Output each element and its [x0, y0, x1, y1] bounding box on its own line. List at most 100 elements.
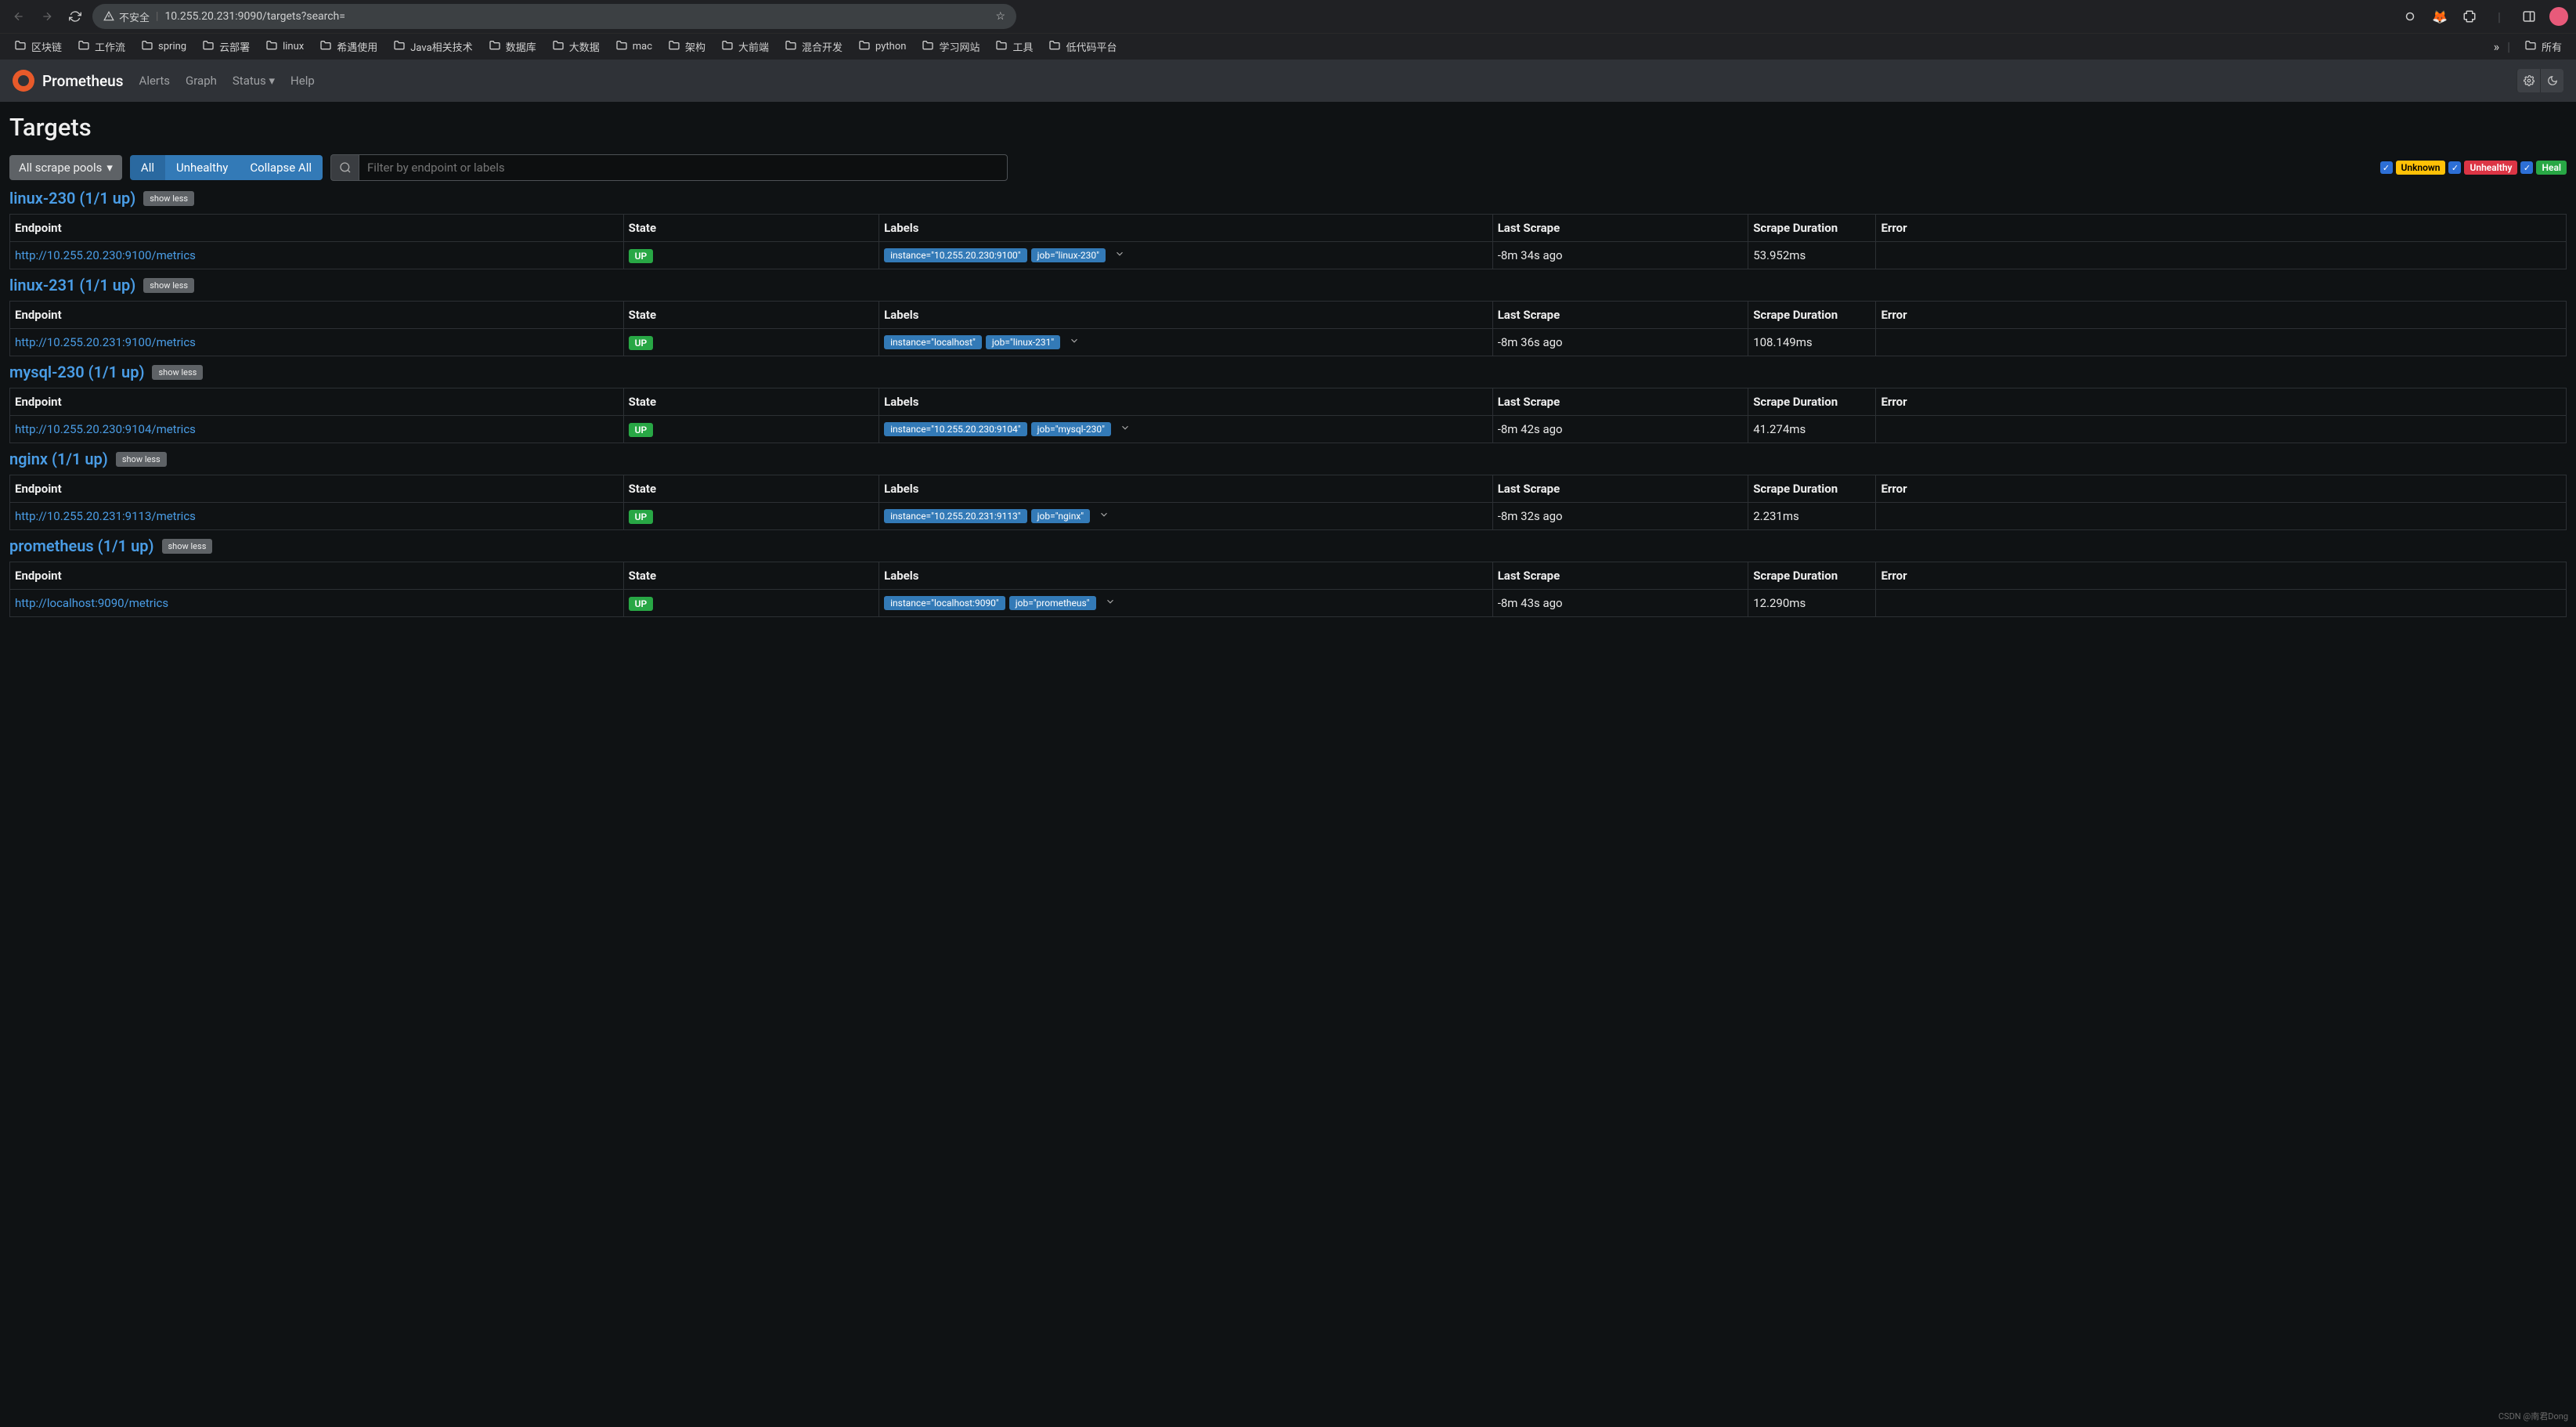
legend-unknown-checkbox[interactable]: ✓ — [2380, 161, 2393, 174]
th-state: State — [623, 562, 879, 590]
pool-title[interactable]: mysql-230 (1/1 up) — [9, 363, 144, 381]
label-pill: instance="10.255.20.231:9113" — [884, 509, 1027, 523]
bookmark-item[interactable]: 工作流 — [71, 36, 132, 58]
browser-toolbar: 不安全 | 10.255.20.231:9090/targets?search=… — [0, 0, 2576, 33]
chevron-down-icon[interactable] — [1105, 596, 1116, 610]
prometheus-brand[interactable]: Prometheus — [13, 70, 124, 92]
show-less-button[interactable]: show less — [152, 365, 203, 380]
folder-icon — [319, 39, 332, 55]
reload-button[interactable] — [64, 5, 86, 27]
th-duration: Scrape Duration — [1748, 388, 1876, 416]
bookmark-item[interactable]: 混合开发 — [778, 36, 849, 58]
settings-button[interactable] — [2516, 69, 2540, 92]
endpoint-link[interactable]: http://10.255.20.230:9104/metrics — [15, 422, 196, 436]
extensions-icon[interactable] — [2460, 7, 2479, 26]
pool-title[interactable]: prometheus (1/1 up) — [9, 536, 154, 555]
all-bookmarks[interactable]: 所有 — [2518, 36, 2568, 58]
bookmark-label: 大前端 — [738, 39, 769, 54]
filter-unhealthy-button[interactable]: Unhealthy — [165, 155, 239, 180]
bookmark-item[interactable]: 学习网站 — [915, 36, 986, 58]
bookmark-item[interactable]: 大前端 — [715, 36, 775, 58]
show-less-button[interactable]: show less — [116, 452, 167, 467]
bookmark-label: 工具 — [1012, 39, 1033, 54]
pool-title[interactable]: linux-231 (1/1 up) — [9, 276, 135, 294]
ext-circle-icon[interactable] — [2401, 7, 2419, 26]
filter-all-button[interactable]: All — [130, 155, 165, 180]
show-less-button[interactable]: show less — [162, 539, 213, 554]
bookmark-label: spring — [158, 41, 186, 52]
endpoint-link[interactable]: http://10.255.20.230:9100/metrics — [15, 248, 196, 262]
insecure-warning: 不安全 — [103, 9, 150, 24]
bookmark-item[interactable]: 工具 — [989, 36, 1039, 58]
legend-unhealthy-checkbox[interactable]: ✓ — [2448, 161, 2461, 174]
theme-toggle-button[interactable] — [2540, 69, 2563, 92]
nav-status[interactable]: Status ▾ — [233, 74, 275, 88]
error-cell — [1876, 242, 2567, 269]
bookmark-item[interactable]: linux — [259, 36, 310, 58]
chevron-down-icon[interactable] — [1114, 248, 1125, 262]
scrape-duration: 41.274ms — [1748, 416, 1876, 443]
endpoint-link[interactable]: http://localhost:9090/metrics — [15, 596, 168, 610]
scrape-duration: 12.290ms — [1748, 590, 1876, 617]
show-less-button[interactable]: show less — [143, 191, 194, 206]
legend-healthy-checkbox[interactable]: ✓ — [2520, 161, 2533, 174]
th-state: State — [623, 215, 879, 242]
th-state: State — [623, 302, 879, 329]
bookmark-label: python — [875, 41, 906, 52]
bookmark-item[interactable]: 希遇使用 — [313, 36, 384, 58]
bookmark-item[interactable]: Java相关技术 — [387, 36, 478, 58]
folder-icon — [202, 39, 215, 55]
folder-icon — [14, 39, 27, 55]
chevron-down-icon[interactable] — [1069, 335, 1080, 349]
targets-table: EndpointStateLabelsLast ScrapeScrape Dur… — [9, 388, 2567, 443]
show-less-button[interactable]: show less — [143, 278, 194, 293]
gear-icon — [2524, 75, 2535, 86]
bookmarks-overflow-icon[interactable]: » — [2494, 39, 2500, 54]
bookmark-star-icon[interactable]: ☆ — [995, 10, 1005, 23]
bookmark-label: 云部署 — [219, 39, 250, 54]
bookmark-item[interactable]: 区块链 — [8, 36, 68, 58]
endpoint-link[interactable]: http://10.255.20.231:9113/metrics — [15, 509, 196, 523]
chevron-down-icon[interactable] — [1120, 422, 1131, 436]
bookmark-label: 低代码平台 — [1066, 39, 1117, 54]
state-badge: UP — [629, 249, 654, 263]
bookmark-item[interactable]: python — [852, 36, 912, 58]
scrape-pool: prometheus (1/1 up)show lessEndpointStat… — [9, 536, 2567, 617]
th-duration: Scrape Duration — [1748, 475, 1876, 503]
bookmark-item[interactable]: 低代码平台 — [1042, 36, 1123, 58]
folder-icon — [265, 39, 278, 55]
folder-icon — [615, 39, 628, 55]
nav-alerts[interactable]: Alerts — [139, 74, 171, 88]
pool-title[interactable]: nginx (1/1 up) — [9, 450, 108, 468]
nav-help[interactable]: Help — [290, 74, 315, 88]
prometheus-logo-icon — [13, 70, 34, 92]
back-button[interactable] — [8, 5, 30, 27]
forward-button[interactable] — [36, 5, 58, 27]
bookmark-label: mac — [633, 41, 652, 52]
search-input[interactable] — [359, 154, 1008, 181]
nav-graph[interactable]: Graph — [186, 74, 217, 88]
bookmark-item[interactable]: 架构 — [662, 36, 712, 58]
bookmark-item[interactable]: mac — [609, 36, 658, 58]
sidepanel-icon[interactable] — [2520, 7, 2538, 26]
all-bookmarks-label: 所有 — [2542, 39, 2562, 54]
scrape-pools-dropdown[interactable]: All scrape pools ▾ — [9, 155, 122, 180]
bookmark-item[interactable]: spring — [135, 36, 193, 58]
url-separator: | — [156, 10, 158, 23]
bookmark-item[interactable]: 数据库 — [482, 36, 543, 58]
ext-fox-icon[interactable]: 🦊 — [2430, 7, 2449, 26]
label-pill: job="linux-231" — [986, 335, 1060, 349]
endpoint-link[interactable]: http://10.255.20.231:9100/metrics — [15, 335, 196, 349]
table-row: http://10.255.20.231:9113/metricsUPinsta… — [10, 503, 2567, 530]
url-bar[interactable]: 不安全 | 10.255.20.231:9090/targets?search=… — [92, 4, 1016, 29]
bookmark-label: Java相关技术 — [410, 39, 472, 54]
folder-icon — [922, 39, 934, 55]
pool-title[interactable]: linux-230 (1/1 up) — [9, 189, 135, 208]
filter-button-group: All Unhealthy Collapse All — [130, 155, 323, 180]
chevron-down-icon[interactable] — [1099, 509, 1109, 523]
bookmark-item[interactable]: 大数据 — [546, 36, 606, 58]
collapse-all-button[interactable]: Collapse All — [239, 155, 323, 180]
label-pill: job="nginx" — [1031, 509, 1090, 523]
bookmark-item[interactable]: 云部署 — [196, 36, 256, 58]
profile-avatar[interactable] — [2549, 7, 2568, 26]
